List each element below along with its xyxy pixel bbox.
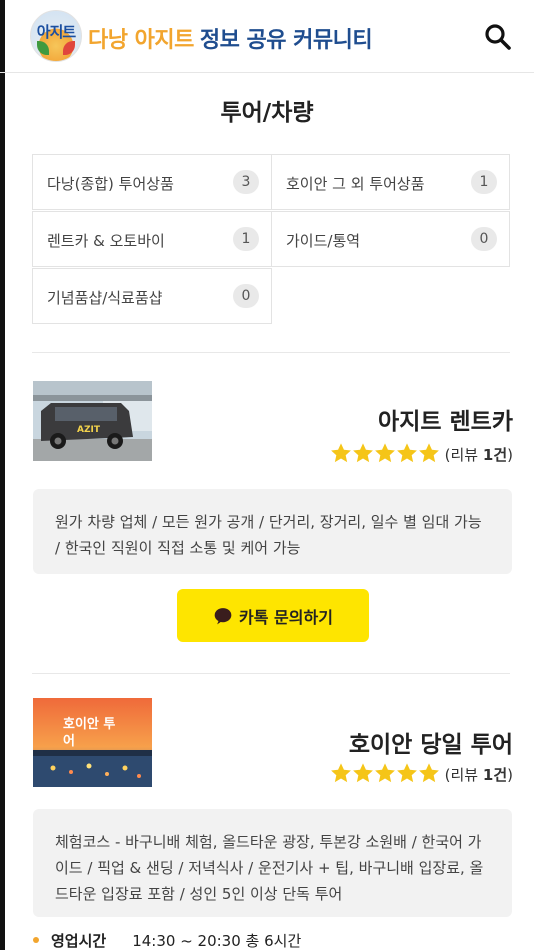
thumbnail-caption: 호이안 투어 [63, 717, 116, 749]
section-divider [32, 352, 510, 353]
star-icon [353, 763, 373, 783]
category-label: 다낭(종합) 투어상품 [47, 175, 174, 193]
review-count[interactable]: (리뷰 1건) [445, 444, 513, 465]
search-icon[interactable] [483, 22, 513, 52]
chat-bubble-icon [214, 607, 232, 624]
brand-tagline: 정보 공유 커뮤니티 [199, 28, 373, 53]
listing-description: 체험코스 - 바구니배 체험, 올드타운 광장, 투본강 소원배 / 한국어 가… [33, 809, 512, 917]
kakao-button-label: 카톡 문의하기 [239, 607, 333, 627]
hours-value: 14:30 ~ 20:30 총 6시간 [132, 932, 302, 950]
review-suffix: ) [507, 766, 513, 784]
review-number: 1건 [482, 446, 508, 464]
review-prefix: (리뷰 [444, 766, 483, 784]
brand-name: 다낭 아지트 [88, 28, 194, 53]
listing-thumbnail[interactable]: 호이안 투어 [33, 698, 152, 787]
listing-title[interactable]: 아지트 렌트카 [378, 402, 513, 436]
site-header: 아지트 다낭 아지트 정보 공유 커뮤니티 [0, 0, 534, 73]
listing-description: 원가 차량 업체 / 모든 원가 공개 / 단거리, 장거리, 일수 별 임대 … [33, 489, 512, 574]
listing-thumbnail[interactable]: AZIT [33, 381, 152, 461]
hours-label: 영업시간 [51, 932, 107, 950]
category-item[interactable]: 호이안 그 외 투어상품 1 [271, 154, 510, 210]
category-label: 가이드/통역 [286, 232, 361, 250]
review-suffix: ) [507, 446, 513, 464]
category-count-badge: 0 [233, 284, 259, 308]
logo-flower-icon [63, 41, 75, 55]
star-icon [375, 443, 395, 463]
star-icon [353, 443, 373, 463]
logo-leaf-icon [37, 41, 49, 55]
category-label: 렌트카 & 오토바이 [47, 232, 165, 250]
category-item[interactable]: 가이드/통역 0 [271, 211, 510, 267]
category-count-badge: 3 [233, 170, 259, 194]
star-icon [419, 443, 439, 463]
business-hours: 영업시간 14:30 ~ 20:30 총 6시간 [33, 930, 301, 951]
kakao-inquiry-button[interactable]: 카톡 문의하기 [177, 589, 369, 642]
category-item[interactable]: 기념품샵/식료품샵 0 [32, 268, 272, 324]
category-label: 호이안 그 외 투어상품 [286, 175, 425, 193]
bullet-dot [33, 936, 39, 943]
review-prefix: (리뷰 [444, 446, 483, 464]
star-icon [397, 443, 417, 463]
category-count-badge: 0 [471, 227, 497, 251]
review-number: 1건 [482, 766, 508, 784]
star-icon [397, 763, 417, 783]
site-brand[interactable]: 다낭 아지트 정보 공유 커뮤니티 [88, 22, 373, 54]
section-divider [32, 673, 510, 674]
thumbnail-caption: AZIT [77, 425, 100, 435]
star-icon [331, 443, 351, 463]
review-count[interactable]: (리뷰 1건) [445, 764, 513, 785]
site-logo[interactable]: 아지트 [30, 10, 82, 62]
logo-text: 아지트 [36, 23, 76, 41]
page-title: 투어/차량 [220, 100, 314, 126]
category-count-badge: 1 [471, 170, 497, 194]
category-item[interactable]: 렌트카 & 오토바이 1 [32, 211, 272, 267]
category-count-badge: 1 [233, 227, 259, 251]
rating-stars [330, 762, 440, 786]
star-icon [375, 763, 395, 783]
star-icon [419, 763, 439, 783]
listing-title[interactable]: 호이안 당일 투어 [349, 725, 513, 759]
category-item[interactable]: 다낭(종합) 투어상품 3 [32, 154, 272, 210]
left-edge-bar [0, 0, 5, 950]
rating-stars [330, 442, 440, 466]
star-icon [331, 763, 351, 783]
category-label: 기념품샵/식료품샵 [47, 289, 163, 307]
